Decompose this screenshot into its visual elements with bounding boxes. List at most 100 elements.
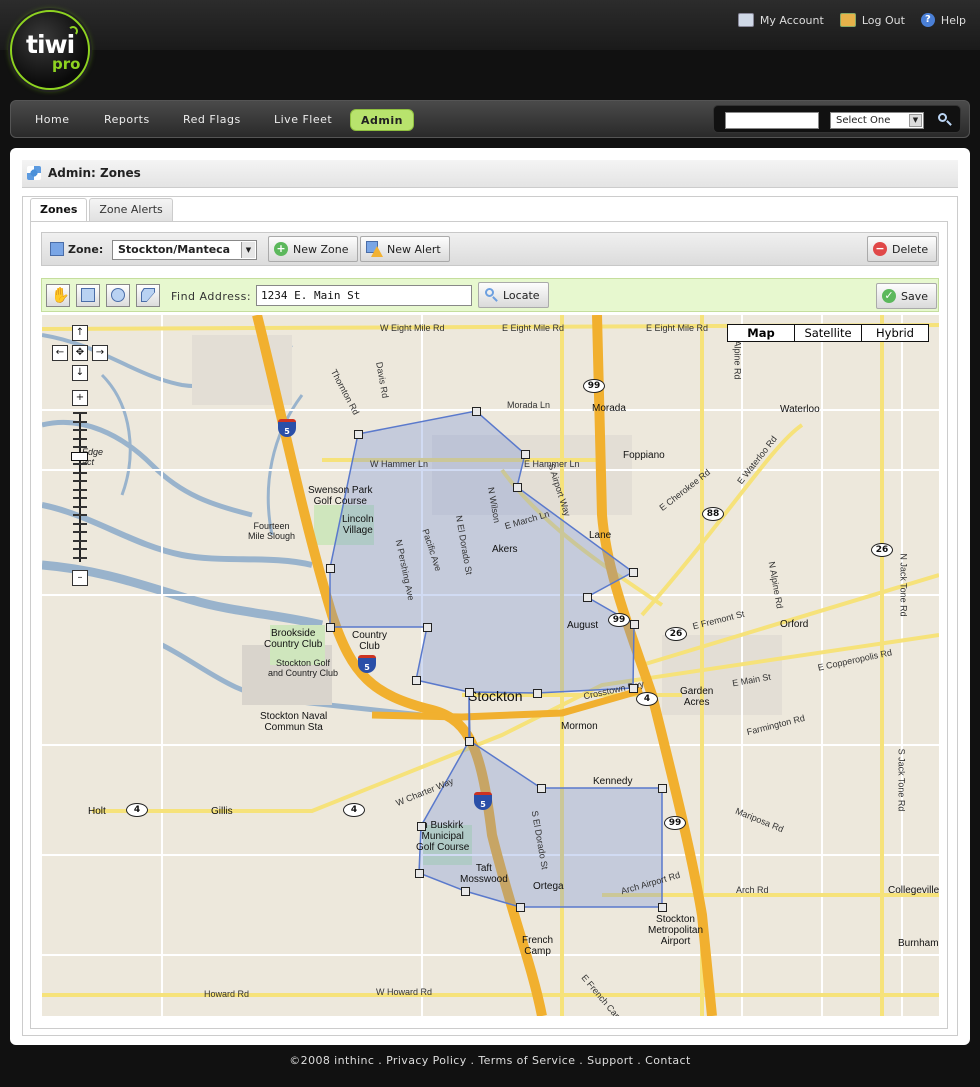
zone-vertex[interactable] [415, 869, 424, 878]
page-title: Admin: Zones [48, 166, 141, 180]
zone-vertex[interactable] [533, 689, 542, 698]
zoom-tick [73, 429, 87, 431]
label-w-hammer: W Hammer Ln [370, 459, 429, 469]
search-type-select[interactable]: Select One ▼ [830, 112, 924, 129]
panel-header: Admin: Zones [22, 160, 958, 188]
search-type-value: Select One [836, 115, 891, 126]
nav-red-flags[interactable]: Red Flags [173, 109, 251, 131]
label-burnham: Burnham [898, 938, 939, 949]
zoom-tick [73, 420, 87, 423]
delete-button[interactable]: − Delete [867, 236, 938, 262]
label-stockton-golf: Stockton Golf and Country Club [268, 658, 339, 678]
zone-vertex[interactable] [521, 450, 530, 459]
label-swenson: Swenson Park Golf Course [308, 485, 373, 507]
pan-right-button[interactable]: → [92, 345, 108, 361]
nav-admin[interactable]: Admin [350, 109, 414, 131]
nav-live-fleet[interactable]: Live Fleet [264, 109, 342, 131]
label-morada-ln: Morada Ln [507, 400, 551, 410]
new-alert-button[interactable]: New Alert [360, 236, 450, 262]
new-zone-button[interactable]: + New Zone [268, 236, 358, 262]
zone-vertex[interactable] [423, 623, 432, 632]
zoom-slider-thumb[interactable] [71, 452, 88, 461]
circle-tool-button[interactable] [106, 284, 130, 307]
zoom-slider-track[interactable] [73, 412, 87, 562]
label-n-jack-tone: N Jack Tone Rd [898, 553, 909, 617]
zone-vertex[interactable] [465, 737, 474, 746]
save-label: Save [901, 289, 929, 303]
map-type-hybrid[interactable]: Hybrid [861, 324, 929, 342]
label-howard: Howard Rd [204, 989, 250, 999]
zone-vertex[interactable] [516, 903, 525, 912]
address-input[interactable]: 1234 E. Main St [256, 285, 472, 306]
label-s-jack-tone: S Jack Tone Rd [896, 748, 907, 812]
search-button[interactable] [936, 111, 954, 129]
label-lincoln: Lincoln Village [342, 514, 374, 536]
label-ortega: Ortega [533, 881, 564, 892]
nav-reports[interactable]: Reports [94, 109, 160, 131]
logout-door-icon [839, 13, 856, 27]
zone-map[interactable]: W Eight Mile Rd E Eight Mile Rd E Eight … [42, 315, 939, 1016]
footer-contact-link[interactable]: Contact [645, 1054, 691, 1067]
pan-down-button[interactable]: ↓ [72, 365, 88, 381]
zone-bar: Zone: Stockton/Manteca ▼ + New Zone New … [41, 232, 939, 266]
footer-privacy-link[interactable]: Privacy Policy [386, 1054, 467, 1067]
zoom-tick [73, 463, 87, 465]
search-input[interactable] [725, 112, 819, 129]
locate-button[interactable]: Locate [478, 282, 549, 308]
zone-vertex[interactable] [658, 903, 667, 912]
zoom-tick [73, 497, 87, 499]
log-out-link[interactable]: Log Out [839, 13, 905, 27]
label-waterloo: Waterloo [780, 404, 820, 415]
zone-vertex[interactable] [326, 564, 335, 573]
map-type-map[interactable]: Map [727, 324, 795, 342]
tab-zones[interactable]: Zones [30, 198, 88, 223]
zone-vertex[interactable] [658, 784, 667, 793]
pan-center-button[interactable]: ✥ [72, 345, 88, 361]
zone-vertex[interactable] [465, 688, 474, 697]
zoom-tick [73, 488, 87, 491]
pan-tool-button[interactable]: ✋ [46, 284, 70, 307]
zone-vertex[interactable] [417, 822, 426, 831]
rectangle-tool-button[interactable] [76, 284, 100, 307]
footer-support-link[interactable]: Support [587, 1054, 633, 1067]
zone-vertex[interactable] [630, 620, 639, 629]
copyright: ©2008 inthinc [289, 1054, 375, 1067]
nav-home[interactable]: Home [25, 109, 79, 131]
log-out-label: Log Out [861, 13, 905, 27]
label-gillis: Gillis [211, 806, 233, 817]
pan-up-button[interactable]: ↑ [72, 325, 88, 341]
zoom-tick [73, 412, 87, 414]
zoom-tick [73, 522, 87, 525]
zone-vertex[interactable] [472, 407, 481, 416]
zoom-in-button[interactable]: + [72, 390, 88, 406]
admin-gear-icon [27, 166, 41, 180]
map-type-switch: Map Satellite Hybrid [727, 324, 929, 342]
zone-vertex[interactable] [412, 676, 421, 685]
save-button[interactable]: ✓ Save [876, 283, 938, 309]
zone-vertex[interactable] [326, 623, 335, 632]
map-type-satellite[interactable]: Satellite [794, 324, 862, 342]
zone-vertex[interactable] [629, 568, 638, 577]
interstate-5-shield: 5 [474, 792, 492, 810]
my-account-link[interactable]: My Account [737, 13, 824, 27]
zoom-tick [73, 531, 87, 533]
zone-vertex[interactable] [629, 684, 638, 693]
zone-vertex[interactable] [461, 887, 470, 896]
zone-select[interactable]: Stockton/Manteca ▼ [112, 240, 257, 260]
interstate-5-shield: 5 [278, 419, 296, 437]
map-base [42, 315, 939, 1016]
zone-vertex[interactable] [537, 784, 546, 793]
label-w-eight-mile: W Eight Mile Rd [380, 323, 445, 333]
help-link[interactable]: ? Help [920, 13, 966, 27]
polygon-tool-button[interactable] [136, 284, 160, 307]
footer-terms-link[interactable]: Terms of Service [478, 1054, 575, 1067]
search-icon [484, 288, 498, 302]
tab-zone-alerts[interactable]: Zone Alerts [89, 198, 173, 222]
pan-left-button[interactable]: ← [52, 345, 68, 361]
zone-vertex[interactable] [513, 483, 522, 492]
footer: ©2008 inthinc . Privacy Policy . Terms o… [289, 1054, 691, 1067]
zone-vertex[interactable] [583, 593, 592, 602]
tiwi-pro-logo[interactable]: tiwi pro [10, 10, 90, 90]
zoom-out-button[interactable]: – [72, 570, 88, 586]
zone-vertex[interactable] [354, 430, 363, 439]
